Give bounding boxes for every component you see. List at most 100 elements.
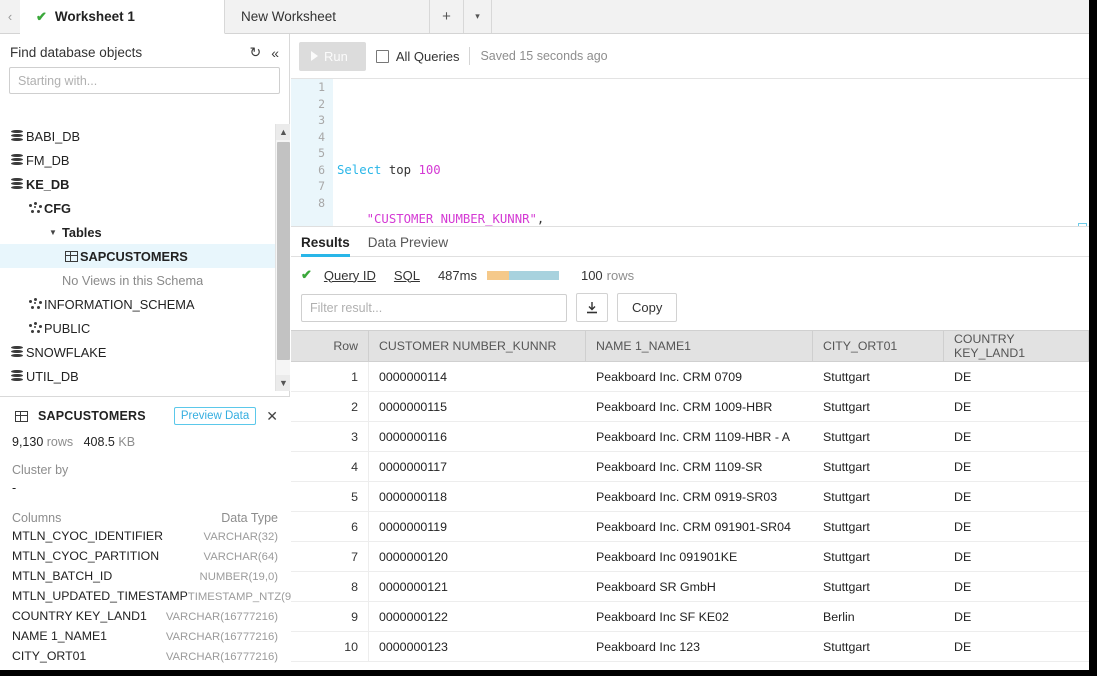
table-cell[interactable]: Stuttgart — [813, 392, 944, 421]
table-cell[interactable]: 0000000121 — [369, 572, 586, 601]
run-button[interactable]: Run — [299, 41, 366, 71]
add-worksheet-button[interactable]: + — [430, 0, 464, 33]
table-cell[interactable]: DE — [944, 362, 1089, 391]
row-index-cell[interactable]: 6 — [291, 512, 369, 541]
filter-result-input[interactable] — [301, 293, 567, 322]
table-cell[interactable]: Peakboard Inc. CRM 0919-SR03 — [586, 482, 813, 511]
tree-item-no-views-in-this-schema[interactable]: No Views in this Schema — [0, 268, 290, 292]
column-header[interactable]: COUNTRY KEY_LAND1 — [944, 331, 1089, 361]
tree-scrollbar[interactable]: ▲ ▼ — [275, 124, 290, 391]
table-cell[interactable]: 0000000120 — [369, 542, 586, 571]
close-icon[interactable]: ✕ — [264, 408, 280, 425]
table-row[interactable]: 6 0000000119 Peakboard Inc. CRM 091901-SR0… — [291, 512, 1089, 542]
sql-link[interactable]: SQL — [394, 268, 420, 283]
table-cell[interactable]: 0000000118 — [369, 482, 586, 511]
table-cell[interactable]: DE — [944, 632, 1089, 661]
chevron-down-icon[interactable]: ▾ — [464, 0, 492, 33]
table-cell[interactable]: Stuttgart — [813, 452, 944, 481]
tree-item-tables[interactable]: ▼ Tables — [0, 220, 290, 244]
row-index-cell[interactable]: 9 — [291, 602, 369, 631]
sql-editor[interactable]: 1 2 3 4 5 6 7 8 Select top 100 "CUSTOMER NUMBER… — [291, 79, 1089, 227]
table-cell[interactable]: Berlin — [813, 602, 944, 631]
tab-worksheet-1[interactable]: ✔ Worksheet 1 — [20, 0, 225, 34]
table-row[interactable]: 10 0000000123 Peakboard Inc 123 Stuttgart DE — [291, 632, 1089, 662]
refresh-icon[interactable]: ↻ — [249, 44, 261, 61]
table-row[interactable]: 3 0000000116 Peakboard Inc. CRM 1109-HBR -… — [291, 422, 1089, 452]
scroll-down-icon[interactable]: ▼ — [276, 375, 290, 391]
table-cell[interactable]: Stuttgart — [813, 512, 944, 541]
table-cell[interactable]: 0000000117 — [369, 452, 586, 481]
table-cell[interactable]: Peakboard SR GmbH — [586, 572, 813, 601]
row-index-cell[interactable]: 4 — [291, 452, 369, 481]
sql-code[interactable]: Select top 100 "CUSTOMER NUMBER_KUNNR", … — [333, 79, 1089, 227]
table-row[interactable]: 7 0000000120 Peakboard Inc 091901KE Stuttga… — [291, 542, 1089, 572]
editor-resize-handle[interactable] — [1078, 223, 1087, 226]
tree-item-public[interactable]: PUBLIC — [0, 316, 290, 340]
tab-new-worksheet[interactable]: New Worksheet — [225, 0, 430, 33]
table-cell[interactable]: Stuttgart — [813, 572, 944, 601]
row-index-cell[interactable]: 5 — [291, 482, 369, 511]
table-cell[interactable]: Peakboard Inc. CRM 091901-SR04 — [586, 512, 813, 541]
table-row[interactable]: 1 0000000114 Peakboard Inc. CRM 0709 Stuttg… — [291, 362, 1089, 392]
tabbar-back-arrow-icon[interactable]: ‹ — [0, 0, 20, 33]
table-cell[interactable]: DE — [944, 422, 1089, 451]
table-cell[interactable]: DE — [944, 602, 1089, 631]
table-cell[interactable]: Stuttgart — [813, 482, 944, 511]
table-row[interactable]: 8 0000000121 Peakboard SR GmbH Stuttgart DE — [291, 572, 1089, 602]
table-cell[interactable]: 0000000122 — [369, 602, 586, 631]
row-index-cell[interactable]: 1 — [291, 362, 369, 391]
download-icon[interactable] — [576, 293, 608, 322]
tree-item-sapcustomers[interactable]: SAPCUSTOMERS — [0, 244, 290, 268]
table-cell[interactable]: 0000000123 — [369, 632, 586, 661]
tree-scrollbar-thumb[interactable] — [277, 142, 290, 360]
tree-item-babi-db[interactable]: BABI_DB — [0, 124, 290, 148]
query-id-link[interactable]: Query ID — [324, 268, 376, 283]
tree-item-snowflake[interactable]: SNOWFLAKE — [0, 340, 290, 364]
tree-item-cfg[interactable]: CFG — [0, 196, 290, 220]
table-cell[interactable]: Stuttgart — [813, 362, 944, 391]
table-cell[interactable]: DE — [944, 392, 1089, 421]
all-queries-checkbox[interactable]: All Queries — [375, 49, 459, 64]
column-header[interactable]: NAME 1_NAME1 — [586, 331, 813, 361]
table-cell[interactable]: DE — [944, 572, 1089, 601]
row-index-cell[interactable]: 8 — [291, 572, 369, 601]
search-input[interactable] — [9, 67, 280, 94]
tab-data-preview[interactable]: Data Preview — [368, 235, 448, 256]
tree-item-ke-db[interactable]: KE_DB — [0, 172, 290, 196]
table-row[interactable]: 4 0000000117 Peakboard Inc. CRM 1109-SR Stu… — [291, 452, 1089, 482]
table-cell[interactable]: Stuttgart — [813, 422, 944, 451]
table-cell[interactable]: Peakboard Inc SF KE02 — [586, 602, 813, 631]
table-cell[interactable]: Peakboard Inc. CRM 1109-HBR - A — [586, 422, 813, 451]
tree-item-fm-db[interactable]: FM_DB — [0, 148, 290, 172]
table-cell[interactable]: Peakboard Inc 091901KE — [586, 542, 813, 571]
table-cell[interactable]: 0000000116 — [369, 422, 586, 451]
table-row[interactable]: 5 0000000118 Peakboard Inc. CRM 0919-SR03 S… — [291, 482, 1089, 512]
table-cell[interactable]: Peakboard Inc. CRM 1009-HBR — [586, 392, 813, 421]
copy-button[interactable]: Copy — [617, 293, 678, 322]
table-cell[interactable]: Peakboard Inc 123 — [586, 632, 813, 661]
preview-data-button[interactable]: Preview Data — [173, 407, 257, 425]
row-index-cell[interactable]: 3 — [291, 422, 369, 451]
table-cell[interactable]: DE — [944, 482, 1089, 511]
table-cell[interactable]: Peakboard Inc. CRM 1109-SR — [586, 452, 813, 481]
table-cell[interactable]: 0000000119 — [369, 512, 586, 541]
tab-results[interactable]: Results — [301, 235, 350, 257]
table-cell[interactable]: 0000000114 — [369, 362, 586, 391]
table-row[interactable]: 9 0000000122 Peakboard Inc SF KE02 Berlin DE — [291, 602, 1089, 632]
column-header[interactable]: CITY_ORT01 — [813, 331, 944, 361]
table-row[interactable]: 2 0000000115 Peakboard Inc. CRM 1009-HBR St… — [291, 392, 1089, 422]
table-cell[interactable]: DE — [944, 452, 1089, 481]
tree-item-util-db[interactable]: UTIL_DB — [0, 364, 290, 388]
table-cell[interactable]: Peakboard Inc. CRM 0709 — [586, 362, 813, 391]
table-cell[interactable]: DE — [944, 512, 1089, 541]
table-cell[interactable]: Stuttgart — [813, 542, 944, 571]
collapse-left-icon[interactable]: « — [271, 45, 279, 61]
table-cell[interactable]: 0000000115 — [369, 392, 586, 421]
column-header[interactable]: CUSTOMER NUMBER_KUNNR — [369, 331, 586, 361]
row-index-cell[interactable]: 2 — [291, 392, 369, 421]
tree-item-information-schema[interactable]: INFORMATION_SCHEMA — [0, 292, 290, 316]
row-index-cell[interactable]: 7 — [291, 542, 369, 571]
column-header[interactable]: Row — [291, 331, 369, 361]
table-cell[interactable]: Stuttgart — [813, 632, 944, 661]
scroll-up-icon[interactable]: ▲ — [276, 124, 290, 140]
